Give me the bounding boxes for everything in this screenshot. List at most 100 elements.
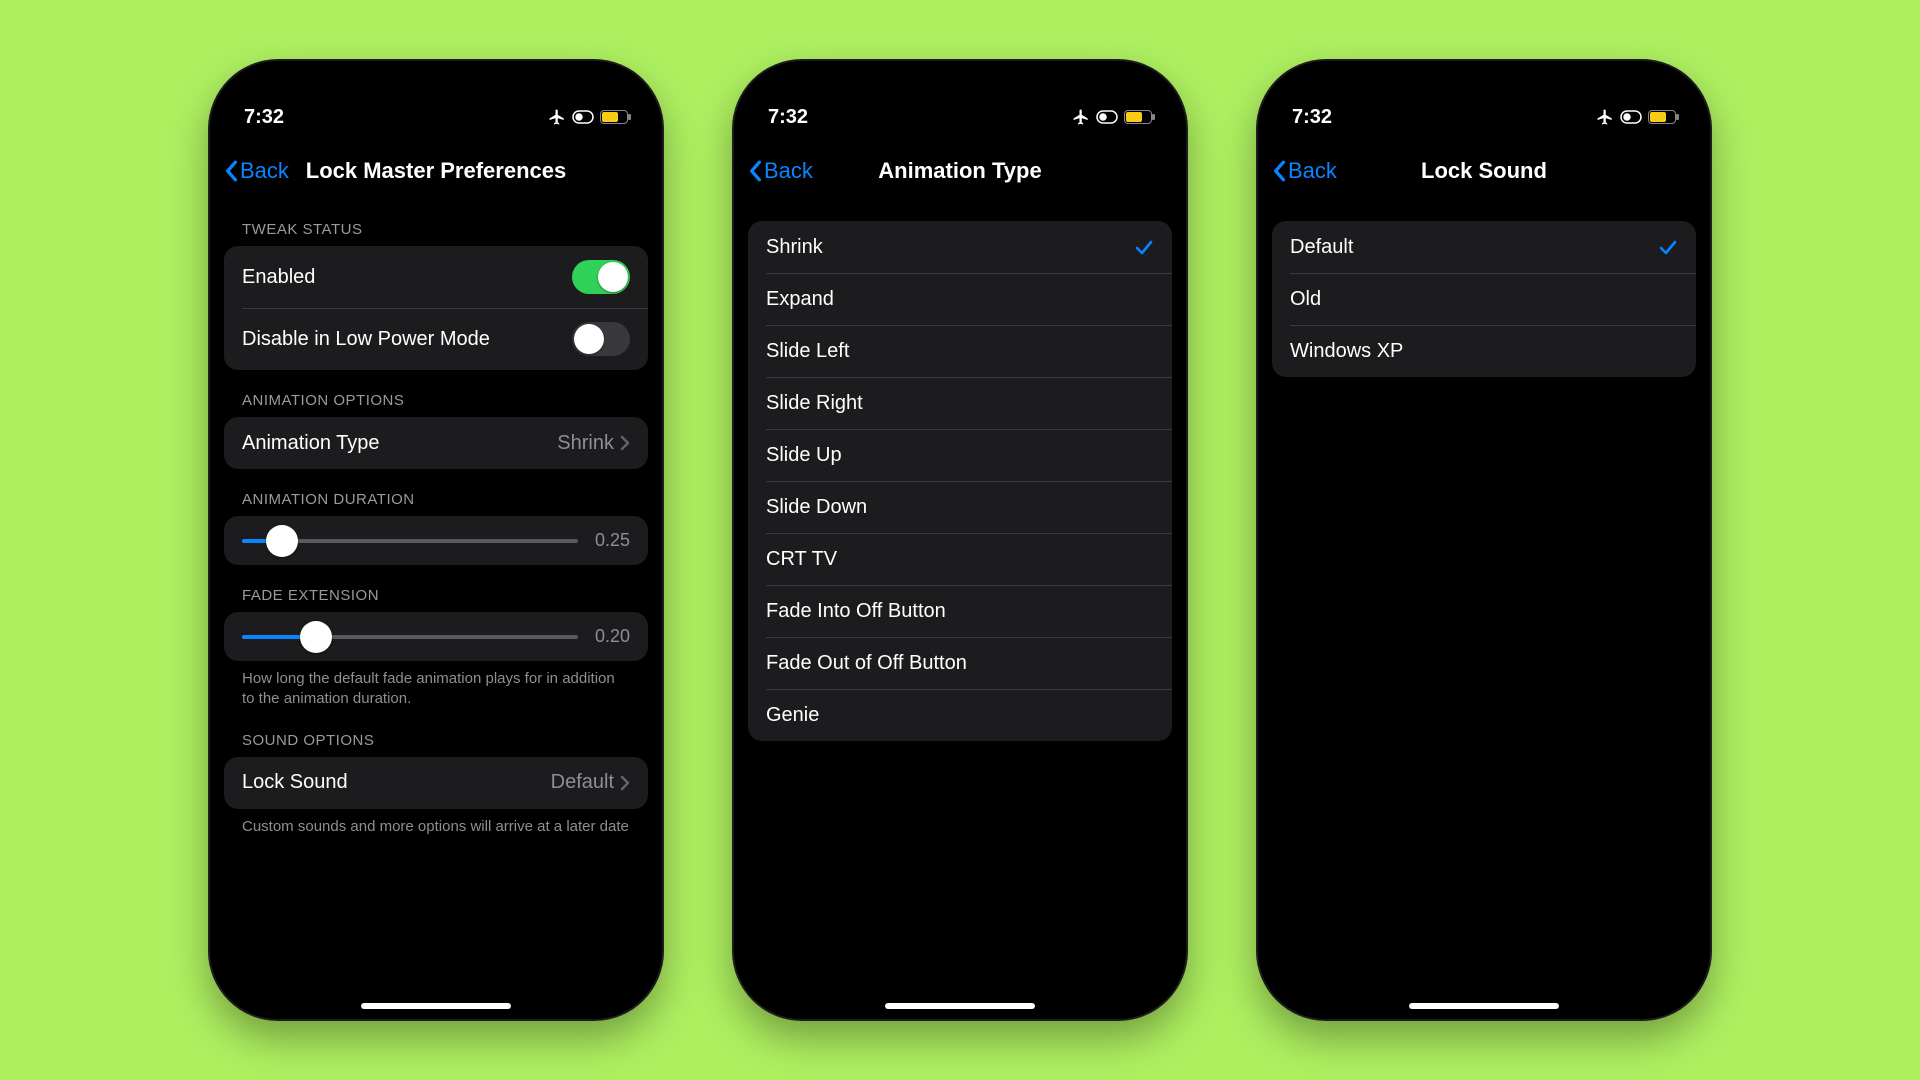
list-item-label: Windows XP bbox=[1290, 340, 1403, 363]
status-time: 7:32 bbox=[768, 106, 808, 129]
section-header-sound: SOUND OPTIONS bbox=[224, 710, 648, 757]
list-item[interactable]: Slide Down bbox=[748, 481, 1172, 533]
option-list: Default Old Windows XP bbox=[1272, 221, 1696, 377]
chevron-left-icon bbox=[748, 160, 762, 182]
phone-lock-master-prefs: 7:32 Back Lock Master Preferences TWEAK … bbox=[210, 61, 662, 1019]
slider-duration[interactable]: 0.25 bbox=[224, 516, 648, 565]
list-item-label: Slide Left bbox=[766, 340, 849, 363]
status-right bbox=[1596, 108, 1676, 126]
list-item-label: Expand bbox=[766, 288, 834, 311]
chevron-right-icon bbox=[620, 435, 630, 451]
row-label: Lock Sound bbox=[242, 771, 348, 794]
list-item[interactable]: Fade Out of Off Button bbox=[748, 637, 1172, 689]
back-button[interactable]: Back bbox=[1258, 158, 1337, 184]
slider-track[interactable] bbox=[242, 635, 578, 639]
list-item[interactable]: Slide Left bbox=[748, 325, 1172, 377]
battery-icon bbox=[1124, 110, 1152, 124]
status-right bbox=[548, 108, 628, 126]
home-indicator[interactable] bbox=[1409, 1003, 1559, 1009]
status-right bbox=[1072, 108, 1152, 126]
list-item-label: Slide Up bbox=[766, 444, 842, 467]
section-header-duration: ANIMATION DURATION bbox=[224, 469, 648, 516]
list-item[interactable]: Old bbox=[1272, 273, 1696, 325]
airplane-icon bbox=[1596, 108, 1614, 126]
row-label: Disable in Low Power Mode bbox=[242, 328, 490, 351]
list-item[interactable]: Slide Right bbox=[748, 377, 1172, 429]
back-button[interactable]: Back bbox=[210, 158, 289, 184]
row-value: Shrink bbox=[557, 432, 614, 455]
notch bbox=[860, 61, 1060, 97]
notch bbox=[1384, 61, 1584, 97]
vpn-icon bbox=[572, 110, 594, 124]
home-indicator[interactable] bbox=[361, 1003, 511, 1009]
back-button[interactable]: Back bbox=[734, 158, 813, 184]
status-bar: 7:32 bbox=[734, 91, 1186, 143]
option-list: Shrink Expand Slide Left Slide Right Slide U… bbox=[748, 221, 1172, 741]
airplane-icon bbox=[1072, 108, 1090, 126]
list-item-label: CRT TV bbox=[766, 548, 837, 571]
nav-bar: Back Animation Type bbox=[734, 143, 1186, 199]
section-header-tweak: TWEAK STATUS bbox=[224, 199, 648, 246]
section-header-fade: FADE EXTENSION bbox=[224, 565, 648, 612]
list-item-label: Genie bbox=[766, 704, 819, 727]
chevron-right-icon bbox=[620, 775, 630, 791]
phone-animation-type: 7:32 Back Animation Type Shrink Expand Sli… bbox=[734, 61, 1186, 1019]
chevron-left-icon bbox=[1272, 160, 1286, 182]
slider-value: 0.20 bbox=[590, 626, 630, 647]
status-time: 7:32 bbox=[244, 106, 284, 129]
vpn-icon bbox=[1096, 110, 1118, 124]
section-fade: 0.20 bbox=[224, 612, 648, 661]
row-label: Enabled bbox=[242, 266, 315, 289]
list-item[interactable]: CRT TV bbox=[748, 533, 1172, 585]
home-indicator[interactable] bbox=[885, 1003, 1035, 1009]
section-tweak: Enabled Disable in Low Power Mode bbox=[224, 246, 648, 370]
row-label: Animation Type bbox=[242, 432, 380, 455]
back-label: Back bbox=[240, 158, 289, 184]
row-lowpower[interactable]: Disable in Low Power Mode bbox=[224, 308, 648, 370]
list-item-label: Slide Down bbox=[766, 496, 867, 519]
toggle-lowpower[interactable] bbox=[572, 322, 630, 356]
checkmark-icon bbox=[1658, 237, 1678, 257]
section-footer-fade: How long the default fade animation play… bbox=[224, 661, 648, 710]
list-item[interactable]: Expand bbox=[748, 273, 1172, 325]
content: TWEAK STATUS Enabled Disable in Low Powe… bbox=[210, 199, 662, 1019]
checkmark-icon bbox=[1134, 237, 1154, 257]
battery-icon bbox=[1648, 110, 1676, 124]
list-item-label: Slide Right bbox=[766, 392, 863, 415]
toggle-enabled[interactable] bbox=[572, 260, 630, 294]
battery-icon bbox=[600, 110, 628, 124]
phone-lock-sound: 7:32 Back Lock Sound Default Old Windows X… bbox=[1258, 61, 1710, 1019]
section-anim: Animation Type Shrink bbox=[224, 417, 648, 469]
list-item[interactable]: Shrink bbox=[748, 221, 1172, 273]
row-anim-type[interactable]: Animation Type Shrink bbox=[224, 417, 648, 469]
status-bar: 7:32 bbox=[1258, 91, 1710, 143]
row-lock-sound[interactable]: Lock Sound Default bbox=[224, 757, 648, 809]
list-item-label: Old bbox=[1290, 288, 1321, 311]
row-enabled[interactable]: Enabled bbox=[224, 246, 648, 308]
list-item[interactable]: Default bbox=[1272, 221, 1696, 273]
status-time: 7:32 bbox=[1292, 106, 1332, 129]
slider-thumb[interactable] bbox=[266, 525, 298, 557]
row-value: Default bbox=[551, 771, 614, 794]
section-duration: 0.25 bbox=[224, 516, 648, 565]
status-bar: 7:32 bbox=[210, 91, 662, 143]
list-item[interactable]: Fade Into Off Button bbox=[748, 585, 1172, 637]
list-item-label: Shrink bbox=[766, 236, 823, 259]
slider-fade[interactable]: 0.20 bbox=[224, 612, 648, 661]
nav-bar: Back Lock Master Preferences bbox=[210, 143, 662, 199]
list-item[interactable]: Genie bbox=[748, 689, 1172, 741]
back-label: Back bbox=[764, 158, 813, 184]
section-header-anim: ANIMATION OPTIONS bbox=[224, 370, 648, 417]
nav-bar: Back Lock Sound bbox=[1258, 143, 1710, 199]
list-item[interactable]: Slide Up bbox=[748, 429, 1172, 481]
content: Default Old Windows XP bbox=[1258, 199, 1710, 1019]
slider-track[interactable] bbox=[242, 539, 578, 543]
list-item[interactable]: Windows XP bbox=[1272, 325, 1696, 377]
airplane-icon bbox=[548, 108, 566, 126]
list-item-label: Fade Out of Off Button bbox=[766, 652, 967, 675]
content: Shrink Expand Slide Left Slide Right Slide U… bbox=[734, 199, 1186, 1019]
slider-thumb[interactable] bbox=[300, 621, 332, 653]
list-item-label: Default bbox=[1290, 236, 1353, 259]
list-item-label: Fade Into Off Button bbox=[766, 600, 946, 623]
notch bbox=[336, 61, 536, 97]
